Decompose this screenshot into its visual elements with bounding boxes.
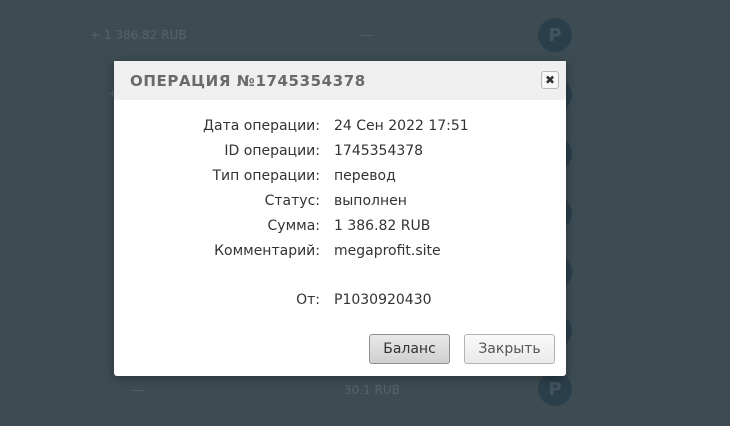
detail-row-date: Дата операции: 24 Сен 2022 17:51 bbox=[114, 118, 566, 143]
detail-row-amount: Сумма: 1 386.82 RUB bbox=[114, 218, 566, 243]
detail-row-id: ID операции: 1745354378 bbox=[114, 143, 566, 168]
detail-value: выполнен bbox=[334, 193, 407, 209]
bg-transaction-dash: — bbox=[360, 28, 372, 42]
detail-label: Статус: bbox=[264, 193, 320, 209]
detail-label: Тип операции: bbox=[212, 168, 321, 184]
detail-value: 24 Сен 2022 17:51 bbox=[334, 118, 469, 134]
detail-row-type: Тип операции: перевод bbox=[114, 168, 566, 193]
balance-button[interactable]: Баланс bbox=[369, 334, 450, 364]
detail-label: ID операции: bbox=[224, 143, 320, 159]
detail-row-comment: Комментарий: megaprofit.site bbox=[114, 243, 566, 268]
detail-label: Сумма: bbox=[267, 218, 320, 234]
detail-label: От: bbox=[296, 292, 320, 308]
dialog-header: ОПЕРАЦИЯ №1745354378 ✖ bbox=[114, 61, 566, 100]
operation-details: Дата операции: 24 Сен 2022 17:51 ID опер… bbox=[114, 118, 566, 268]
operation-details-dialog: ОПЕРАЦИЯ №1745354378 ✖ Дата операции: 24… bbox=[114, 61, 566, 376]
detail-value: 1745354378 bbox=[334, 143, 424, 159]
detail-row-status: Статус: выполнен bbox=[114, 193, 566, 218]
detail-row-from: От: P1030920430 bbox=[114, 292, 566, 317]
detail-label: Дата операции: bbox=[203, 118, 320, 134]
dialog-title: ОПЕРАЦИЯ №1745354378 bbox=[130, 72, 366, 90]
detail-label: Комментарий: bbox=[214, 243, 320, 259]
detail-value: megaprofit.site bbox=[334, 243, 441, 259]
bg-payeer-badge-icon: P bbox=[538, 18, 572, 52]
bg-transaction-amount: + 1 386.82 RUB bbox=[90, 28, 187, 42]
bg-payeer-badge-icon: P bbox=[538, 372, 572, 406]
detail-value: P1030920430 bbox=[334, 292, 432, 308]
bg-transaction-amount: — bbox=[132, 383, 144, 397]
detail-value: перевод bbox=[334, 168, 396, 184]
detail-value: 1 386.82 RUB bbox=[334, 218, 431, 234]
close-button[interactable]: Закрыть bbox=[464, 334, 555, 364]
close-icon[interactable]: ✖ bbox=[541, 71, 559, 89]
bg-transaction-dash: 30.1 RUB bbox=[344, 383, 400, 397]
